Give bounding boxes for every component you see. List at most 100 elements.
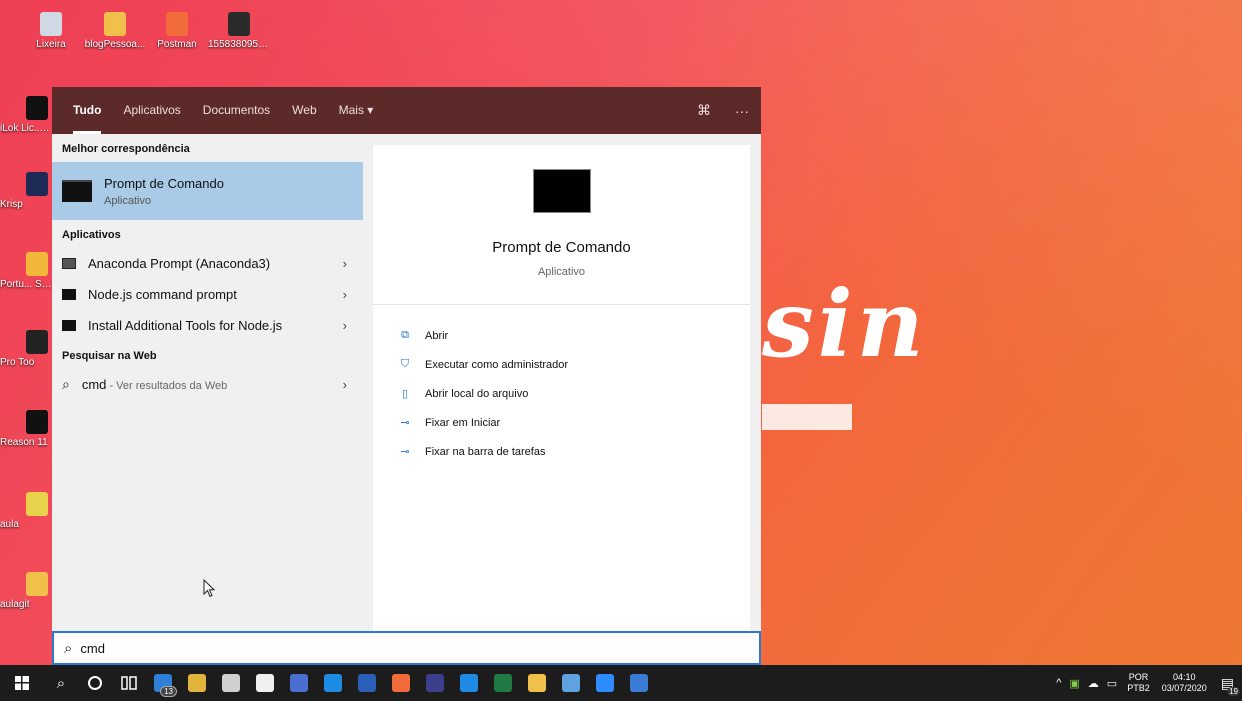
chevron-right-icon[interactable]: › — [343, 256, 347, 271]
desktop-icon[interactable]: Krisp — [0, 172, 52, 210]
task-view-button[interactable] — [112, 665, 146, 701]
mouse-cursor-icon — [203, 579, 216, 598]
search-icon: ⌕ — [56, 674, 66, 692]
taskbar-app-file-explorer[interactable] — [520, 665, 554, 701]
chevron-up-icon[interactable]: ^ — [1056, 677, 1061, 689]
taskbar-app-paint[interactable] — [554, 665, 588, 701]
wifi-icon[interactable]: ▭ — [1107, 677, 1117, 690]
taskbar-app-skype[interactable] — [316, 665, 350, 701]
desktop-icon-label: Portu... Studi — [0, 279, 52, 290]
remote-icon — [290, 674, 308, 692]
app-result-item[interactable]: Node.js command prompt › — [52, 279, 363, 310]
desktop-icon[interactable]: Pro Too — [0, 330, 52, 368]
desktop-icon[interactable]: 1558380959... — [208, 12, 270, 50]
best-match-title: Prompt de Comando — [104, 175, 224, 191]
desktop-icon[interactable]: blogPessoa... — [84, 12, 146, 50]
file-location-icon: ▯ — [401, 388, 409, 400]
web-result-query: cmd — [81, 377, 107, 392]
preview-pane: Prompt de Comando Aplicativo ⧉ Abrir ⛉ Exec… — [373, 145, 750, 632]
tab-web[interactable]: Web — [281, 87, 327, 134]
desktop-icon[interactable]: aula — [0, 492, 52, 530]
feedback-icon[interactable]: ⌘ — [697, 102, 711, 119]
tab-mais[interactable]: Mais ▾ — [328, 87, 385, 134]
search-input[interactable] — [80, 640, 681, 656]
taskbar-app-postman[interactable] — [384, 665, 418, 701]
preview-action-shield-run[interactable]: ⛉ Executar como administrador — [373, 350, 750, 379]
pin-icon: ⊸ — [400, 417, 410, 429]
desktop-icon[interactable]: Postman — [146, 12, 208, 50]
desktop-icon-label: aula — [0, 519, 19, 530]
chevron-right-icon[interactable]: › — [343, 377, 347, 392]
word-icon — [358, 674, 376, 692]
network-tray-icon[interactable]: ▣ — [1069, 677, 1079, 690]
web-result-item[interactable]: ⌕ cmd - Ver resultados da Web › — [52, 369, 363, 400]
paint-icon — [562, 674, 580, 692]
preview-action-pin[interactable]: ⊸ Fixar em Iniciar — [373, 408, 750, 437]
desktop-icon-label: blogPessoa... — [84, 39, 146, 50]
preview-action-pin-taskbar[interactable]: ⊸ Fixar na barra de tarefas — [373, 437, 750, 466]
box-icon — [222, 674, 240, 692]
tab-tudo[interactable]: Tudo — [62, 87, 112, 134]
desktop-icon[interactable]: Lixeira — [20, 12, 82, 50]
app-result-item[interactable]: Install Additional Tools for Node.js › — [52, 310, 363, 341]
cloud-icon[interactable]: ☁ — [1088, 677, 1099, 690]
pro-tools-icon — [26, 330, 48, 354]
taskbar-app-mail[interactable]: 13 — [146, 665, 180, 701]
desktop-icon[interactable]: iLok Lic... Manag — [0, 96, 52, 134]
taskbar-search-button[interactable]: ⌕ — [44, 665, 78, 701]
desktop-icon[interactable]: Reason 11 — [0, 410, 52, 448]
taskbar-app-window-app[interactable] — [622, 665, 656, 701]
preview-action-label: Executar como administrador — [425, 358, 569, 371]
taskbar-app-eclipse[interactable] — [418, 665, 452, 701]
image-file-icon — [228, 12, 250, 36]
more-options-icon[interactable]: ··· — [735, 103, 749, 119]
taskbar-app-store[interactable] — [248, 665, 282, 701]
start-button[interactable] — [0, 665, 44, 701]
task-view-icon — [121, 676, 137, 690]
cortana-button[interactable] — [78, 665, 112, 701]
web-search-header: Pesquisar na Web — [62, 350, 157, 362]
tab-aplicativos[interactable]: Aplicativos — [112, 87, 191, 134]
chevron-right-icon[interactable]: › — [343, 287, 347, 302]
tabs-right-actions: ⌘ ··· — [673, 102, 761, 119]
notification-center-icon[interactable]: ▤ 19 — [1221, 675, 1240, 696]
clock-date: 03/07/2020 — [1161, 683, 1207, 693]
command-prompt-large-icon — [532, 169, 591, 213]
desktop-icon[interactable]: Portu... Studi — [0, 252, 52, 290]
skype-icon — [324, 674, 342, 692]
taskbar-app-vscode[interactable] — [452, 665, 486, 701]
language-label: POR — [1128, 672, 1149, 682]
desktop-icon-label: Krisp — [0, 199, 23, 210]
desktop-icon-label: iLok Lic... Manag — [0, 123, 52, 134]
chevron-right-icon[interactable]: › — [343, 318, 347, 333]
preview-action-label: Abrir — [425, 329, 449, 342]
taskbar-app-excel[interactable] — [486, 665, 520, 701]
taskbar-app-chrome[interactable] — [180, 665, 214, 701]
app-result-label: Anaconda Prompt (Anaconda3) — [88, 256, 271, 271]
desktop-icon[interactable]: aulagit — [0, 572, 52, 610]
tab-documentos[interactable]: Documentos — [192, 87, 281, 134]
preview-action-label: Fixar em Iniciar — [425, 416, 501, 429]
app-result-item[interactable]: Anaconda Prompt (Anaconda3) › — [52, 248, 363, 279]
taskbar-app-remote[interactable] — [282, 665, 316, 701]
taskbar-app-word[interactable] — [350, 665, 384, 701]
best-match-item[interactable]: Prompt de Comando Aplicativo — [52, 162, 363, 220]
search-box[interactable]: ⌕ — [52, 631, 761, 665]
postman-icon — [166, 12, 188, 36]
taskbar-app-zoom[interactable] — [588, 665, 622, 701]
clock[interactable]: 04:10 03/07/2020 — [1162, 672, 1207, 694]
taskbar-app-box[interactable] — [214, 665, 248, 701]
language-indicator[interactable]: POR PTB2 — [1127, 672, 1150, 694]
best-match-header: Melhor correspondência — [62, 143, 190, 155]
taskbar-apps: 13 — [146, 665, 656, 701]
preview-action-file-location[interactable]: ▯ Abrir local do arquivo — [373, 379, 750, 408]
pin-taskbar-icon: ⊸ — [400, 446, 410, 458]
file-icon — [26, 492, 48, 516]
clock-time: 04:10 — [1172, 672, 1196, 682]
system-tray: ^ ▣ ☁ ▭ POR PTB2 04:10 03/07/2020 ▤ 19 — [1052, 672, 1242, 696]
postman-icon — [392, 674, 410, 692]
console-app-icon — [62, 289, 76, 300]
start-search-panel: Tudo Aplicativos Documentos Web Mais ▾ ⌘ ···… — [52, 87, 761, 665]
console-app-icon — [62, 258, 76, 269]
preview-action-open[interactable]: ⧉ Abrir — [373, 321, 750, 350]
